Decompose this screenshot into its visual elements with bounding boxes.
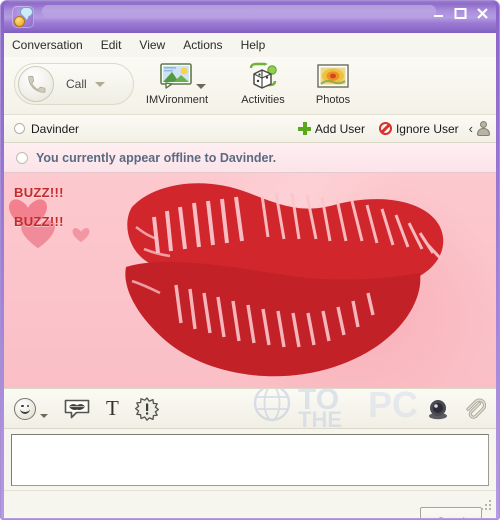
main-toolbar: Call IMVironment Activities Photos [4, 57, 496, 115]
webcam-button[interactable] [426, 398, 450, 420]
paperclip-icon [466, 397, 486, 419]
imvironment-button[interactable]: IMVironment [134, 61, 220, 106]
menu-item-actions[interactable]: Actions [183, 38, 222, 52]
close-icon[interactable] [475, 6, 490, 21]
chevron-down-icon[interactable] [196, 84, 206, 89]
menu-item-conversation[interactable]: Conversation [12, 38, 83, 52]
call-label: Call [66, 77, 87, 91]
heart-icon [72, 228, 90, 243]
message-input[interactable] [11, 434, 489, 486]
ignore-user-button[interactable]: Ignore User [378, 121, 459, 136]
chat-transcript[interactable]: BUZZ!!! BUZZ!!! [4, 173, 496, 389]
svg-text:THE: THE [298, 407, 342, 429]
status-notice-bar: You currently appear offline to Davinder… [4, 143, 496, 173]
format-toolbar-right [426, 397, 486, 421]
menu-item-view[interactable]: View [139, 38, 165, 52]
menu-item-edit[interactable]: Edit [101, 38, 122, 52]
photos-flower-icon [290, 61, 376, 91]
buzz-burst-icon [134, 396, 159, 421]
plus-icon [297, 122, 311, 135]
add-user-label: Add User [314, 121, 365, 136]
resize-grip[interactable] [479, 498, 491, 510]
message-list: BUZZ!!! BUZZ!!! [14, 185, 64, 243]
ignore-user-label: Ignore User [395, 121, 459, 136]
client-area: Conversation Edit View Actions Help Call [4, 33, 496, 518]
webcam-icon [429, 399, 447, 419]
ban-icon [378, 122, 392, 135]
window-controls [431, 6, 490, 21]
messenger-window: Conversation Edit View Actions Help Call [0, 0, 500, 520]
compose-bottom-strip: Send [4, 490, 496, 518]
title-bar[interactable] [4, 1, 496, 33]
messenger-smiley-bubble-icon [12, 6, 34, 28]
call-button[interactable]: Call [14, 63, 134, 105]
phone-icon [18, 66, 54, 102]
buzz-button[interactable] [134, 396, 159, 421]
contact-status-radio[interactable] [14, 123, 25, 134]
send-button[interactable]: Send [420, 507, 482, 518]
person-icon[interactable] [477, 121, 490, 136]
add-user-button[interactable]: Add User [297, 121, 365, 136]
format-toolbar: T TO THE PC [4, 389, 496, 429]
chevron-down-icon[interactable] [94, 81, 105, 87]
offline-status-circle-icon [16, 151, 28, 164]
buzz-message: BUZZ!!! [14, 185, 64, 200]
text-format-icon: T [106, 396, 119, 420]
minimize-icon[interactable] [431, 6, 446, 21]
maximize-icon[interactable] [453, 6, 468, 21]
font-format-button[interactable]: T [106, 398, 119, 419]
buzz-lips-button[interactable] [64, 398, 90, 420]
smiley-icon [14, 397, 36, 420]
window-frame: Conversation Edit View Actions Help Call [0, 0, 500, 520]
chevron-down-icon[interactable] [40, 413, 48, 418]
imvironment-label: IMVironment [145, 94, 209, 106]
attach-file-button[interactable] [464, 397, 486, 421]
svg-text:TO: TO [298, 389, 339, 416]
contact-name: Davinder [31, 121, 80, 136]
compose-area: Send [4, 429, 496, 518]
photos-label: Photos [315, 94, 351, 106]
chevron-left-icon[interactable]: ‹ [469, 121, 473, 136]
status-notice-text: You currently appear offline to Davinder… [36, 150, 277, 165]
menu-item-help[interactable]: Help [241, 38, 266, 52]
red-lips-kiss-image [125, 183, 444, 377]
photos-button[interactable]: Photos [290, 61, 376, 106]
lips-bubble-icon [64, 399, 90, 418]
imvironment-icon [134, 61, 220, 91]
contact-bar: Davinder Add User Ignore User ‹ [4, 115, 496, 143]
buzz-message: BUZZ!!! [14, 214, 64, 229]
menu-bar: Conversation Edit View Actions Help [4, 33, 496, 57]
emoticons-button[interactable] [14, 397, 48, 420]
svg-text:PC: PC [368, 389, 418, 425]
